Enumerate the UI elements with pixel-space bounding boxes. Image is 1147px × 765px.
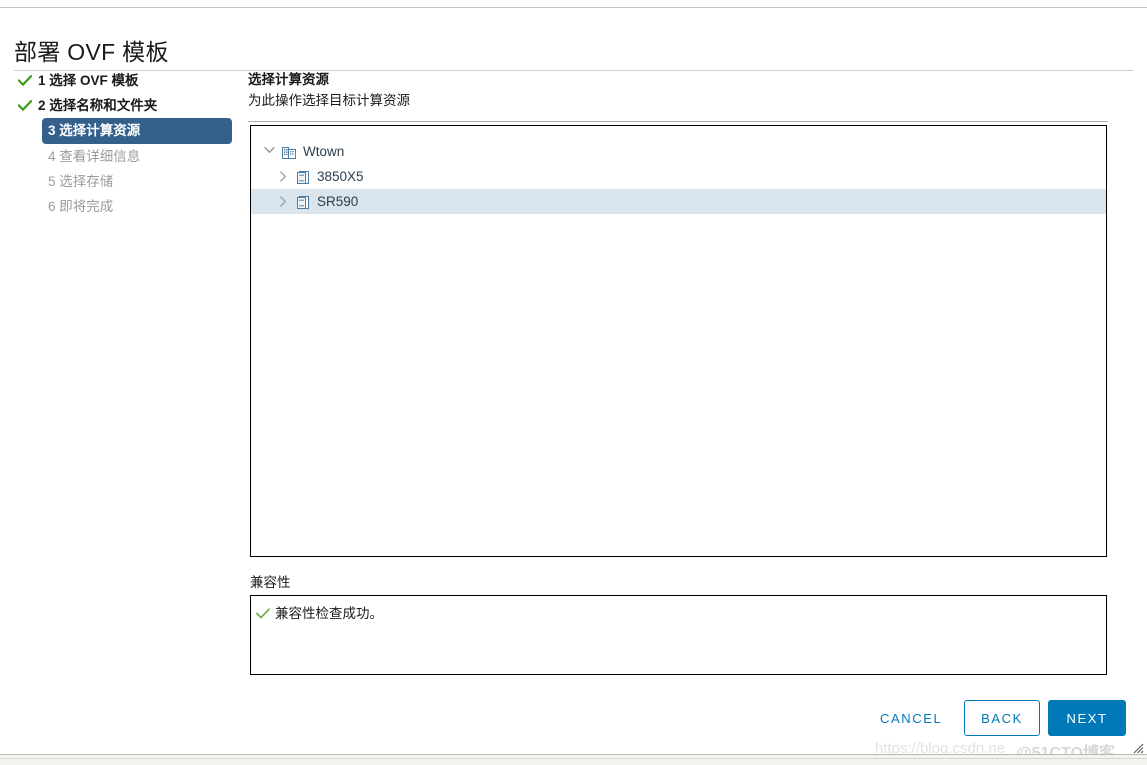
datacenter-icon bbox=[281, 144, 297, 160]
window-bottom-bar bbox=[0, 755, 1147, 765]
tree-item-label: SR590 bbox=[317, 194, 359, 209]
window-bottom-divider-secondary bbox=[0, 758, 1147, 759]
compute-resource-tree-panel[interactable]: Wtown 3850X5 SR590 bbox=[250, 125, 1107, 557]
cluster-icon bbox=[295, 169, 311, 185]
back-button[interactable]: BACK bbox=[964, 700, 1040, 736]
check-icon bbox=[18, 68, 32, 93]
sidebar-item-step-5[interactable]: 5 选择存储 bbox=[0, 169, 240, 194]
window-top-divider bbox=[0, 7, 1147, 8]
next-button[interactable]: NEXT bbox=[1048, 700, 1126, 736]
sidebar-item-label: 5 选择存储 bbox=[48, 174, 114, 189]
window-bottom-divider bbox=[0, 754, 1147, 755]
wizard-step-list: 1 选择 OVF 模板 2 选择名称和文件夹 3 选择计算资源 4 查看详细信息… bbox=[0, 68, 240, 219]
check-icon bbox=[255, 606, 271, 624]
sidebar-item-step-2[interactable]: 2 选择名称和文件夹 bbox=[0, 93, 240, 118]
tree-selection-highlight bbox=[251, 189, 1106, 214]
sidebar-item-label: 4 查看详细信息 bbox=[48, 149, 141, 164]
compatibility-panel: 兼容性检查成功。 bbox=[250, 595, 1107, 675]
tree-item-label: Wtown bbox=[303, 144, 345, 159]
chevron-right-icon[interactable] bbox=[275, 164, 291, 189]
content-header: 选择计算资源 为此操作选择目标计算资源 bbox=[248, 70, 1108, 122]
sidebar-item-step-3[interactable]: 3 选择计算资源 bbox=[0, 118, 240, 144]
content-divider bbox=[248, 121, 1108, 122]
content-subheading: 为此操作选择目标计算资源 bbox=[248, 93, 410, 108]
compatibility-message: 兼容性检查成功。 bbox=[275, 606, 383, 621]
compute-resource-tree: Wtown 3850X5 SR590 bbox=[251, 139, 1106, 214]
sidebar-item-label: 1 选择 OVF 模板 bbox=[38, 73, 139, 88]
chevron-down-icon[interactable] bbox=[261, 139, 277, 164]
chevron-right-icon[interactable] bbox=[275, 189, 291, 214]
cancel-button[interactable]: CANCEL bbox=[880, 708, 942, 730]
sidebar-item-label: 3 选择计算资源 bbox=[48, 123, 141, 138]
compatibility-label: 兼容性 bbox=[250, 575, 291, 590]
sidebar-item-step-1[interactable]: 1 选择 OVF 模板 bbox=[0, 68, 240, 93]
sidebar-item-step-4[interactable]: 4 查看详细信息 bbox=[0, 144, 240, 169]
tree-item-cluster-sr590[interactable]: SR590 bbox=[251, 189, 1106, 214]
tree-item-datacenter[interactable]: Wtown bbox=[251, 139, 1106, 164]
sidebar-item-label: 6 即将完成 bbox=[48, 199, 114, 214]
page-title: 部署 OVF 模板 bbox=[14, 39, 169, 65]
dialog-title-bar: 部署 OVF 模板 bbox=[0, 12, 1147, 71]
tree-item-label: 3850X5 bbox=[317, 169, 364, 184]
sidebar-item-step-6[interactable]: 6 即将完成 bbox=[0, 194, 240, 219]
check-icon bbox=[18, 93, 32, 118]
tree-item-cluster-3850x5[interactable]: 3850X5 bbox=[251, 164, 1106, 189]
dialog-window: 部署 OVF 模板 1 选择 OVF 模板 2 选择名称和文件夹 3 选择计算资… bbox=[0, 0, 1147, 765]
resize-grip-icon[interactable] bbox=[1131, 741, 1144, 754]
sidebar-item-label: 2 选择名称和文件夹 bbox=[38, 98, 158, 113]
cluster-icon bbox=[295, 194, 311, 210]
content-heading: 选择计算资源 bbox=[248, 72, 329, 87]
